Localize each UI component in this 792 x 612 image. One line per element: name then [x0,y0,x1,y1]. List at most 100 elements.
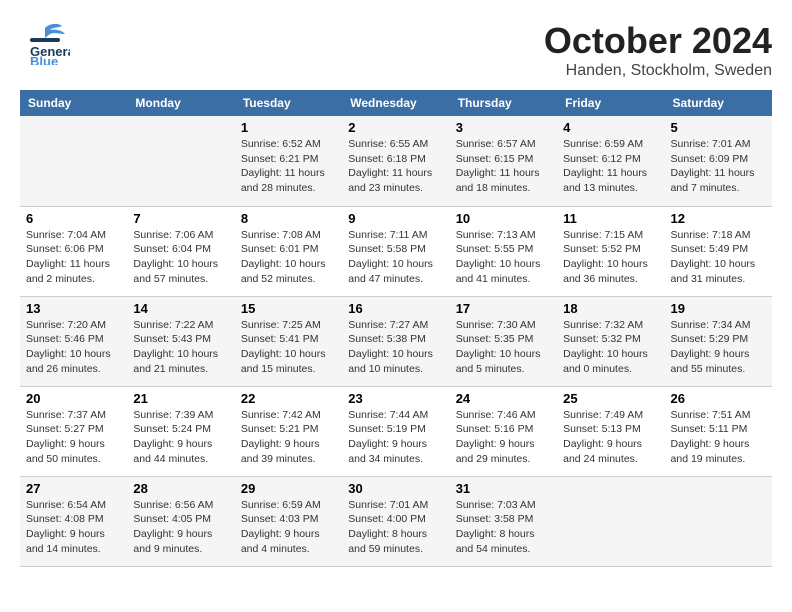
day-number: 14 [133,301,228,316]
cell-details: Sunrise: 7:18 AMSunset: 5:49 PMDaylight:… [671,229,756,285]
cell-details: Sunrise: 7:27 AMSunset: 5:38 PMDaylight:… [348,319,433,375]
week-row-3: 13 Sunrise: 7:20 AMSunset: 5:46 PMDayligh… [20,296,772,386]
cell-2-4: 9 Sunrise: 7:11 AMSunset: 5:58 PMDaylight… [342,206,449,296]
cell-4-6: 25Sunrise: 7:49 AMSunset: 5:13 PMDayligh… [557,386,664,476]
week-row-1: 1 Sunrise: 6:52 AMSunset: 6:21 PMDaylight… [20,116,772,206]
day-number: 22 [241,391,336,406]
cell-1-5: 3Sunrise: 6:57 AMSunset: 6:15 PMDaylight… [450,116,557,206]
cell-5-2: 28 Sunrise: 6:56 AMSunset: 4:05 PMDayligh… [127,476,234,566]
day-number: 20 [26,391,121,406]
day-number: 8 [241,211,336,226]
cell-details: Sunrise: 7:04 AMSunset: 6:06 PMDaylight:… [26,229,110,285]
day-number: 19 [671,301,766,316]
cell-2-1: 6 Sunrise: 7:04 AMSunset: 6:06 PMDaylight… [20,206,127,296]
calendar-table: Sunday Monday Tuesday Wednesday Thursday… [20,90,772,567]
cell-details: Sunrise: 7:46 AMSunset: 5:16 PMDaylight:… [456,409,536,465]
cell-1-3: 1 Sunrise: 6:52 AMSunset: 6:21 PMDaylight… [235,116,342,206]
cell-details: Sunrise: 7:42 AMSunset: 5:21 PMDaylight:… [241,409,321,465]
cell-details: Sunrise: 6:52 AMSunset: 6:21 PMDaylight:… [241,138,325,194]
logo: General Blue [20,20,70,70]
day-number: 4 [563,120,658,135]
cell-details: Sunrise: 7:03 AMSunset: 3:58 PMDaylight:… [456,499,536,555]
day-number: 12 [671,211,766,226]
day-number: 23 [348,391,443,406]
cell-3-2: 14 Sunrise: 7:22 AMSunset: 5:43 PMDayligh… [127,296,234,386]
week-row-2: 6 Sunrise: 7:04 AMSunset: 6:06 PMDaylight… [20,206,772,296]
cell-details: Sunrise: 6:59 AMSunset: 6:12 PMDaylight:… [563,138,647,194]
col-thursday: Thursday [450,90,557,116]
cell-details: Sunrise: 7:32 AMSunset: 5:32 PMDaylight:… [563,319,648,375]
day-number: 9 [348,211,443,226]
cell-2-6: 11Sunrise: 7:15 AMSunset: 5:52 PMDayligh… [557,206,664,296]
day-number: 2 [348,120,443,135]
col-friday: Friday [557,90,664,116]
cell-4-2: 21Sunrise: 7:39 AMSunset: 5:24 PMDayligh… [127,386,234,476]
day-number: 1 [241,120,336,135]
cell-2-5: 10Sunrise: 7:13 AMSunset: 5:55 PMDayligh… [450,206,557,296]
day-number: 31 [456,481,551,496]
cell-3-3: 15 Sunrise: 7:25 AMSunset: 5:41 PMDayligh… [235,296,342,386]
cell-details: Sunrise: 6:59 AMSunset: 4:03 PMDaylight:… [241,499,321,555]
col-wednesday: Wednesday [342,90,449,116]
col-tuesday: Tuesday [235,90,342,116]
cell-5-4: 30Sunrise: 7:01 AMSunset: 4:00 PMDayligh… [342,476,449,566]
cell-details: Sunrise: 6:57 AMSunset: 6:15 PMDaylight:… [456,138,540,194]
col-saturday: Saturday [665,90,772,116]
cell-details: Sunrise: 7:49 AMSunset: 5:13 PMDaylight:… [563,409,643,465]
week-row-4: 20 Sunrise: 7:37 AMSunset: 5:27 PMDayligh… [20,386,772,476]
cell-1-1 [20,116,127,206]
cell-details: Sunrise: 7:11 AMSunset: 5:58 PMDaylight:… [348,229,433,285]
day-number: 30 [348,481,443,496]
day-number: 28 [133,481,228,496]
day-number: 5 [671,120,766,135]
cell-details: Sunrise: 7:13 AMSunset: 5:55 PMDaylight:… [456,229,541,285]
svg-text:Blue: Blue [30,54,58,65]
cell-3-5: 17 Sunrise: 7:30 AMSunset: 5:35 PMDayligh… [450,296,557,386]
page-header: General Blue October 2024 Handen, Stockh… [20,20,772,80]
cell-details: Sunrise: 7:08 AMSunset: 6:01 PMDaylight:… [241,229,326,285]
cell-details: Sunrise: 6:54 AMSunset: 4:08 PMDaylight:… [26,499,106,555]
cell-details: Sunrise: 7:22 AMSunset: 5:43 PMDaylight:… [133,319,218,375]
col-monday: Monday [127,90,234,116]
day-number: 17 [456,301,551,316]
cell-details: Sunrise: 7:20 AMSunset: 5:46 PMDaylight:… [26,319,111,375]
day-number: 15 [241,301,336,316]
cell-5-7 [665,476,772,566]
cell-1-2 [127,116,234,206]
cell-details: Sunrise: 7:01 AMSunset: 6:09 PMDaylight:… [671,138,755,194]
cell-3-1: 13 Sunrise: 7:20 AMSunset: 5:46 PMDayligh… [20,296,127,386]
cell-4-5: 24 Sunrise: 7:46 AMSunset: 5:16 PMDayligh… [450,386,557,476]
cell-1-4: 2 Sunrise: 6:55 AMSunset: 6:18 PMDaylight… [342,116,449,206]
cell-4-7: 26 Sunrise: 7:51 AMSunset: 5:11 PMDayligh… [665,386,772,476]
cell-details: Sunrise: 7:06 AMSunset: 6:04 PMDaylight:… [133,229,218,285]
title-area: October 2024 Handen, Stockholm, Sweden [544,20,772,80]
day-number: 11 [563,211,658,226]
cell-details: Sunrise: 7:25 AMSunset: 5:41 PMDaylight:… [241,319,326,375]
cell-1-6: 4 Sunrise: 6:59 AMSunset: 6:12 PMDaylight… [557,116,664,206]
cell-5-6 [557,476,664,566]
day-number: 16 [348,301,443,316]
cell-4-4: 23 Sunrise: 7:44 AMSunset: 5:19 PMDayligh… [342,386,449,476]
cell-details: Sunrise: 7:44 AMSunset: 5:19 PMDaylight:… [348,409,428,465]
day-number: 27 [26,481,121,496]
cell-details: Sunrise: 7:30 AMSunset: 5:35 PMDaylight:… [456,319,541,375]
day-number: 7 [133,211,228,226]
cell-details: Sunrise: 6:55 AMSunset: 6:18 PMDaylight:… [348,138,432,194]
day-number: 6 [26,211,121,226]
day-number: 29 [241,481,336,496]
day-number: 18 [563,301,658,316]
header-row: Sunday Monday Tuesday Wednesday Thursday… [20,90,772,116]
cell-details: Sunrise: 7:51 AMSunset: 5:11 PMDaylight:… [671,409,751,465]
location-title: Handen, Stockholm, Sweden [544,62,772,80]
day-number: 21 [133,391,228,406]
col-sunday: Sunday [20,90,127,116]
day-number: 13 [26,301,121,316]
cell-details: Sunrise: 7:37 AMSunset: 5:27 PMDaylight:… [26,409,106,465]
day-number: 26 [671,391,766,406]
cell-details: Sunrise: 7:34 AMSunset: 5:29 PMDaylight:… [671,319,751,375]
cell-3-7: 19 Sunrise: 7:34 AMSunset: 5:29 PMDayligh… [665,296,772,386]
cell-details: Sunrise: 6:56 AMSunset: 4:05 PMDaylight:… [133,499,213,555]
day-number: 24 [456,391,551,406]
cell-5-3: 29 Sunrise: 6:59 AMSunset: 4:03 PMDayligh… [235,476,342,566]
cell-1-7: 5 Sunrise: 7:01 AMSunset: 6:09 PMDaylight… [665,116,772,206]
